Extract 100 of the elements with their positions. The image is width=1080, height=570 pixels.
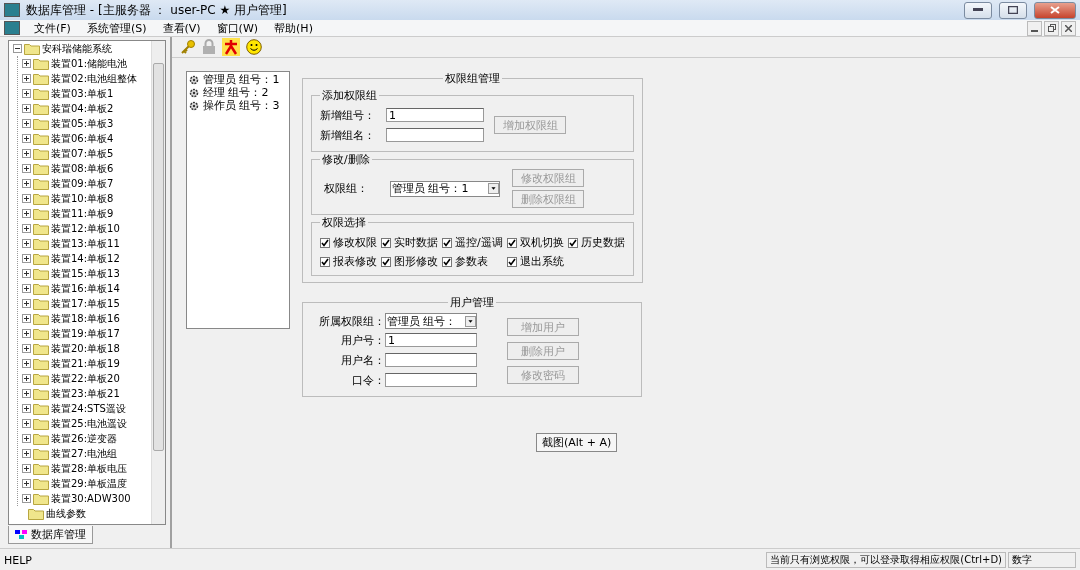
list-item[interactable]: 管理员 组号：1 <box>203 72 280 87</box>
input-field[interactable]: 1 <box>385 333 477 347</box>
tree-item[interactable]: 装置30:ADW300 <box>51 491 131 506</box>
expand-toggle[interactable] <box>22 194 31 203</box>
expand-toggle[interactable] <box>22 59 31 68</box>
close-button[interactable] <box>1061 20 1076 36</box>
expand-toggle[interactable] <box>22 89 31 98</box>
input-field[interactable] <box>385 373 477 387</box>
tree-item[interactable]: 装置24:STS遥设 <box>51 401 126 416</box>
scrollbar[interactable] <box>151 41 165 524</box>
expand-toggle[interactable] <box>22 389 31 398</box>
tree-item[interactable]: 装置17:单板15 <box>51 296 120 311</box>
group-dropdown[interactable]: 管理员 组号： <box>385 313 477 329</box>
expand-toggle[interactable] <box>22 149 31 158</box>
tree-item[interactable]: 装置28:单板电压 <box>51 461 128 476</box>
group-list[interactable]: 管理员 组号：1 经理 组号：2 操作员 组号：3 <box>186 71 290 329</box>
tree-item[interactable]: 装置22:单板20 <box>51 371 120 386</box>
tree-item[interactable]: 装置03:单板1 <box>51 86 114 101</box>
tree-item[interactable]: 装置07:单板5 <box>51 146 114 161</box>
group-dropdown[interactable]: 管理员 组号：1 <box>390 180 500 197</box>
checkbox[interactable] <box>506 237 517 248</box>
expand-toggle[interactable] <box>22 284 31 293</box>
tree-item[interactable]: 装置23:单板21 <box>51 386 120 401</box>
minimize-button[interactable] <box>964 1 992 19</box>
menu-item[interactable]: 查看(V) <box>160 20 203 36</box>
tree-item[interactable]: 装置02:电池组整体 <box>51 71 138 86</box>
expand-toggle[interactable] <box>22 254 31 263</box>
checkbox[interactable] <box>381 256 391 267</box>
expand-toggle[interactable] <box>22 434 31 443</box>
expand-toggle[interactable] <box>22 404 31 413</box>
expand-toggle[interactable] <box>22 209 31 218</box>
expand-toggle[interactable] <box>22 104 31 113</box>
smiley-icon[interactable] <box>246 39 262 55</box>
expand-toggle[interactable] <box>22 164 31 173</box>
tree-item[interactable]: 装置13:单板11 <box>51 236 120 251</box>
input-field[interactable]: 1 <box>386 108 484 122</box>
checkbox[interactable] <box>320 237 330 248</box>
menu-item[interactable]: 帮助(H) <box>272 20 315 36</box>
checkbox[interactable] <box>567 237 578 248</box>
list-item[interactable]: 经理 组号：2 <box>203 85 269 100</box>
menu-item[interactable]: 文件(F) <box>32 20 73 36</box>
expand-toggle[interactable] <box>22 239 31 248</box>
expand-toggle[interactable] <box>22 494 31 503</box>
checkbox[interactable] <box>506 256 517 267</box>
expand-toggle[interactable] <box>22 179 31 188</box>
tree-item[interactable]: 装置09:单板7 <box>51 176 114 191</box>
expand-toggle[interactable] <box>22 464 31 473</box>
tree-item[interactable]: 装置04:单板2 <box>51 101 114 116</box>
maximize-button[interactable] <box>999 1 1027 19</box>
tree-item[interactable]: 装置14:单板12 <box>51 251 120 266</box>
tree-item[interactable]: 装置21:单板19 <box>51 356 120 371</box>
star-figure-icon[interactable] <box>222 38 240 56</box>
tree-item[interactable]: 装置08:单板6 <box>51 161 114 176</box>
tree-item[interactable]: 装置06:单板4 <box>51 131 114 146</box>
input-field[interactable] <box>386 128 484 142</box>
tree-item[interactable]: 装置01:储能电池 <box>51 56 128 71</box>
expand-toggle[interactable] <box>22 314 31 323</box>
expand-toggle[interactable] <box>22 74 31 83</box>
tree-item[interactable]: 装置18:单板16 <box>51 311 120 326</box>
minimize-button[interactable] <box>1027 20 1042 36</box>
expand-toggle[interactable] <box>22 359 31 368</box>
tree-item[interactable]: 装置29:单板温度 <box>51 476 128 491</box>
tree-item[interactable]: 装置27:电池组 <box>51 446 118 461</box>
expand-toggle[interactable] <box>22 119 31 128</box>
menu-item[interactable]: 窗口(W) <box>214 20 261 36</box>
tree-item[interactable]: 装置15:单板13 <box>51 266 120 281</box>
expand-toggle[interactable] <box>22 374 31 383</box>
tree-item[interactable]: 装置05:单板3 <box>51 116 114 131</box>
close-button[interactable] <box>1034 1 1076 19</box>
tree-item[interactable]: 装置12:单板10 <box>51 221 120 236</box>
tree-item[interactable]: 装置26:逆变器 <box>51 431 118 446</box>
tree-item[interactable]: 安科瑞储能系统 <box>42 41 112 56</box>
checkbox[interactable] <box>381 237 391 248</box>
collapse-toggle[interactable] <box>13 44 22 53</box>
tree-item[interactable]: 装置10:单板8 <box>51 191 114 206</box>
input-field[interactable] <box>385 353 477 367</box>
expand-toggle[interactable] <box>22 449 31 458</box>
key-icon[interactable] <box>180 39 196 55</box>
tree-item[interactable]: 装置25:电池遥设 <box>51 416 128 431</box>
expand-toggle[interactable] <box>22 269 31 278</box>
tree-item[interactable]: 装置19:单板17 <box>51 326 120 341</box>
tree-item[interactable]: 装置16:单板14 <box>51 281 120 296</box>
expand-toggle[interactable] <box>22 479 31 488</box>
expand-toggle[interactable] <box>22 419 31 428</box>
checkbox[interactable] <box>442 237 452 248</box>
tree-item[interactable]: 装置20:单板18 <box>51 341 120 356</box>
restore-button[interactable] <box>1044 20 1059 36</box>
menu-item[interactable]: 系统管理(S) <box>84 20 149 36</box>
list-item[interactable]: 操作员 组号：3 <box>203 98 280 113</box>
expand-toggle[interactable] <box>22 344 31 353</box>
expand-toggle[interactable] <box>22 134 31 143</box>
tree-item[interactable]: 曲线参数 <box>46 506 86 521</box>
screenshot-button[interactable]: 截图(Alt + A) <box>536 433 618 452</box>
expand-toggle[interactable] <box>22 299 31 308</box>
tree-item[interactable]: 装置11:单板9 <box>51 206 114 221</box>
checkbox[interactable] <box>320 256 330 267</box>
checkbox[interactable] <box>442 256 452 267</box>
panel-tab[interactable]: 数据库管理 <box>8 526 93 544</box>
expand-toggle[interactable] <box>22 329 31 338</box>
expand-toggle[interactable] <box>22 224 31 233</box>
